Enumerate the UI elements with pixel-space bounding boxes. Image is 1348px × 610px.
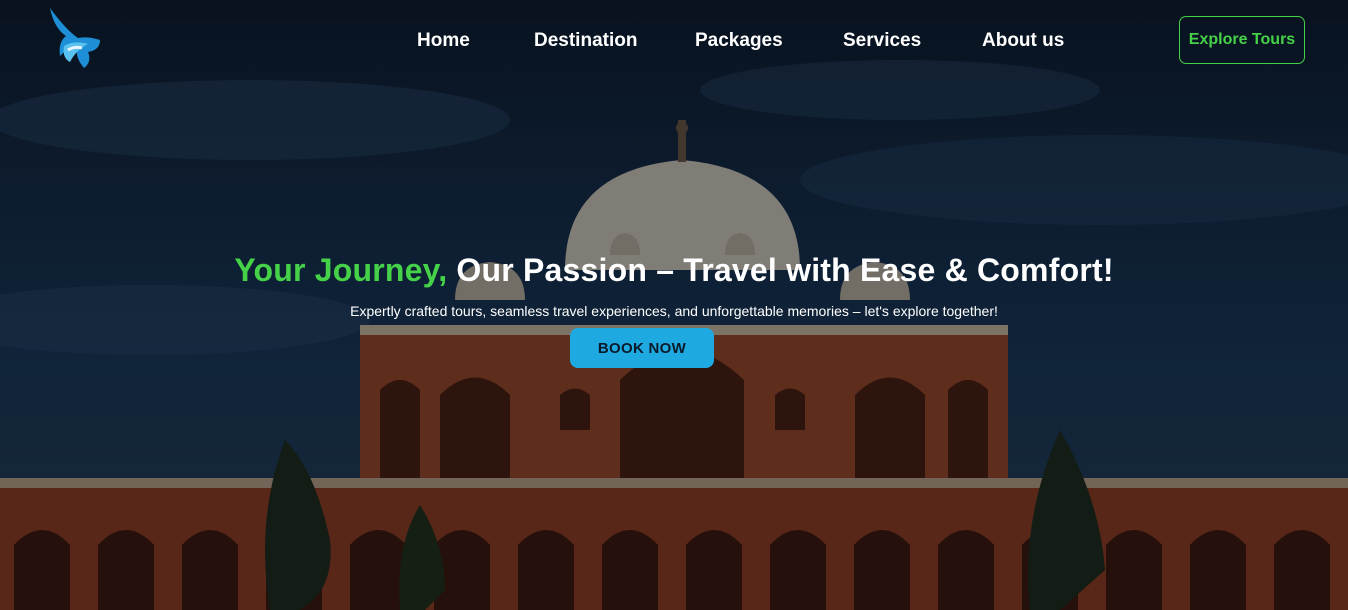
nav-destination[interactable]: Destination <box>534 29 637 53</box>
headline-accent: Your Journey, <box>234 252 448 288</box>
hero-headline: Your Journey, Our Passion – Travel with … <box>0 250 1348 290</box>
bird-logo-icon[interactable] <box>44 6 102 72</box>
nav-about-us[interactable]: About us <box>982 29 1064 53</box>
nav-services[interactable]: Services <box>843 29 921 53</box>
hero-subtitle: Expertly crafted tours, seamless travel … <box>350 303 998 319</box>
hero-section: Home Destination Packages Services About… <box>0 0 1348 610</box>
explore-tours-button[interactable]: Explore Tours <box>1179 16 1305 64</box>
nav-packages[interactable]: Packages <box>695 29 783 53</box>
book-now-button[interactable]: BOOK NOW <box>570 328 714 368</box>
top-navbar: Home Destination Packages Services About… <box>0 0 1348 84</box>
headline-rest: Our Passion – Travel with Ease & Comfort… <box>447 252 1114 288</box>
nav-home[interactable]: Home <box>417 29 470 53</box>
